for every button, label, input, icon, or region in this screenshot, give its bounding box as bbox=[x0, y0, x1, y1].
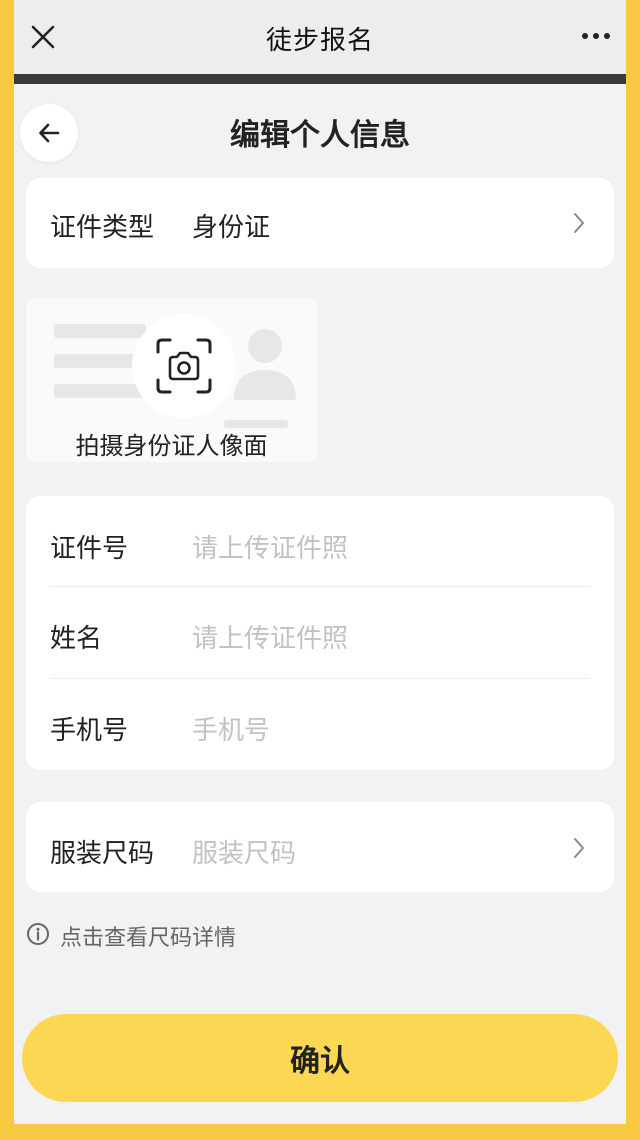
id-type-value: 身份证 bbox=[192, 213, 271, 243]
avatar-placeholder-icon bbox=[234, 329, 296, 400]
clothing-size-label: 服装尺码 bbox=[50, 839, 155, 869]
size-details-text: 点击查看尺码详情 bbox=[60, 926, 237, 951]
id-photo-label: 拍摄身份证人像面 bbox=[75, 432, 268, 460]
row-divider bbox=[50, 586, 590, 587]
app-title: 徒步报名 bbox=[265, 26, 374, 56]
id-type-label: 证件类型 bbox=[50, 213, 155, 243]
name-label: 姓名 bbox=[50, 624, 103, 654]
id-number-label: 证件号 bbox=[50, 534, 129, 564]
placeholder-line bbox=[54, 384, 146, 398]
row-divider bbox=[50, 678, 590, 679]
app-screen: 徒步报名 编辑个人信息 证件类型 身份证 拍摄身份证人像面 证件号 请上传证件照… bbox=[14, 0, 626, 1124]
header-divider bbox=[14, 74, 626, 84]
personal-info-form: 证件号 请上传证件照 姓名 请上传证件照 手机号 手机号 bbox=[26, 496, 614, 770]
camera-icon bbox=[156, 338, 212, 394]
name-input[interactable]: 请上传证件照 bbox=[192, 618, 348, 655]
clothing-size-row[interactable]: 服装尺码 服装尺码 bbox=[26, 802, 614, 892]
chevron-right-icon bbox=[574, 838, 584, 858]
more-icon[interactable] bbox=[580, 24, 612, 48]
placeholder-line bbox=[54, 324, 146, 338]
confirm-button[interactable]: 确认 bbox=[22, 1014, 618, 1102]
id-number-input[interactable]: 请上传证件照 bbox=[192, 528, 348, 565]
phone-input[interactable]: 手机号 bbox=[192, 710, 270, 747]
top-bar: 徒步报名 bbox=[14, 0, 626, 74]
phone-label: 手机号 bbox=[50, 716, 129, 746]
info-icon bbox=[27, 923, 49, 945]
id-type-row[interactable]: 证件类型 身份证 bbox=[26, 178, 614, 268]
id-photo-upload[interactable]: 拍摄身份证人像面 bbox=[26, 298, 317, 462]
camera-button[interactable] bbox=[132, 314, 236, 418]
chevron-right-icon bbox=[574, 213, 584, 233]
clothing-size-value: 服装尺码 bbox=[192, 839, 297, 869]
page-title: 编辑个人信息 bbox=[230, 118, 410, 153]
